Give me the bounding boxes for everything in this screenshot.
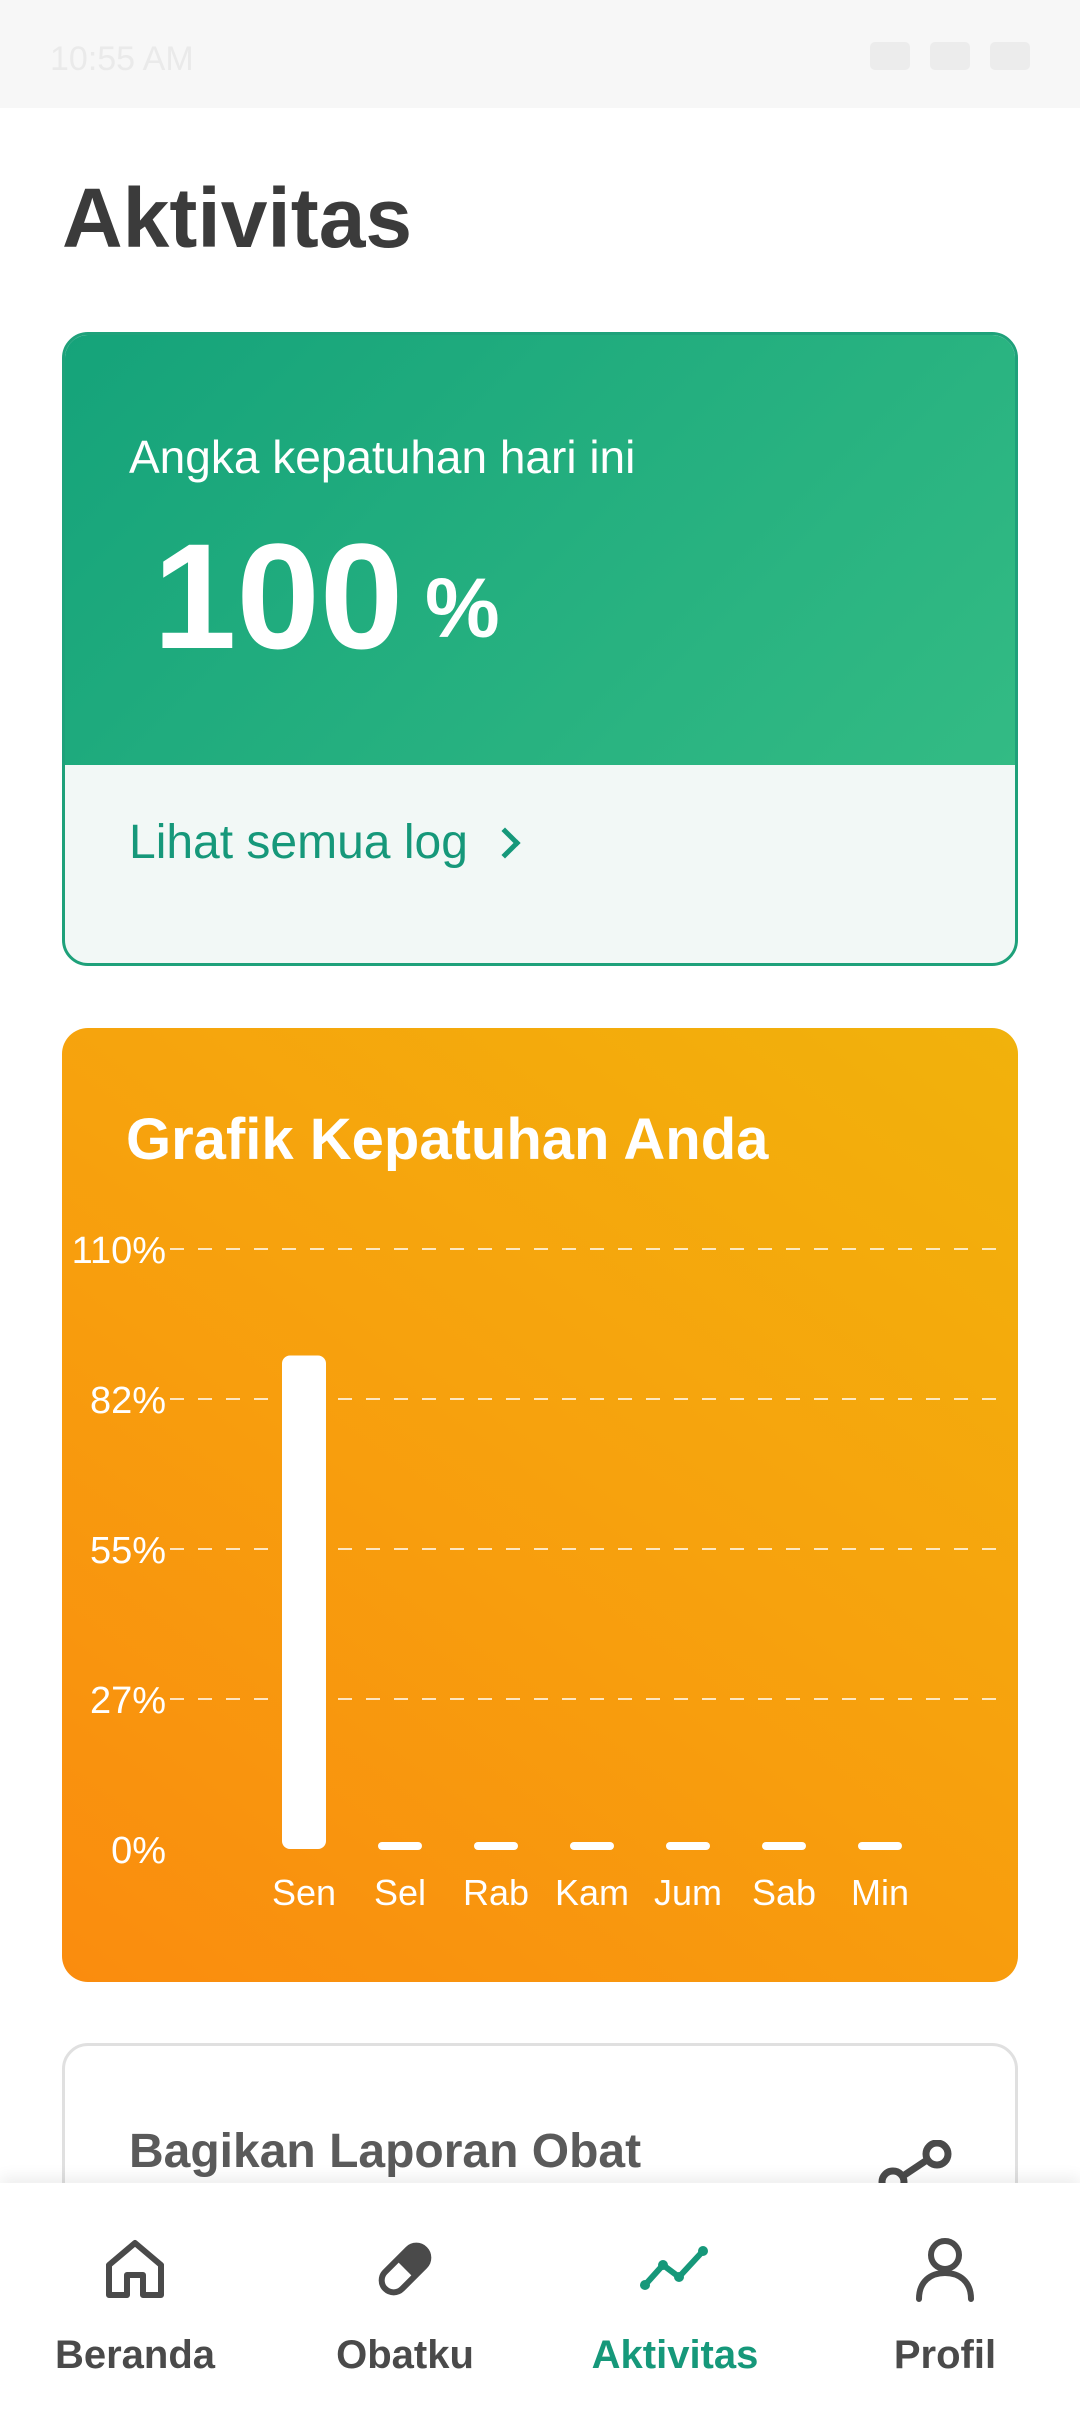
x-tick-label: Jum [654,1872,722,1913]
compliance-summary: Angka kepatuhan hari ini 100 % [65,335,1015,765]
x-tick-label: Sab [752,1872,816,1913]
bottom-navigation: Beranda Obatku Aktivitas Profil [0,2183,1080,2436]
y-tick-label: 110% [72,1230,166,1272]
pill-icon [378,2242,432,2296]
x-tick-label: Rab [463,1872,529,1913]
signal-icon [870,42,910,70]
bar-sab [762,1842,806,1850]
nav-label-beranda: Beranda [54,2333,216,2377]
status-bar: 10:55 AM [0,0,1080,108]
compliance-card: Angka kepatuhan hari ini 100 % Lihat sem… [62,332,1018,966]
view-all-log-link[interactable]: Lihat semua log [129,815,521,870]
page-title: Aktivitas [62,171,413,265]
x-tick-label: Sel [374,1872,426,1913]
x-tick-label: Min [851,1872,909,1913]
nav-item-aktivitas[interactable]: Aktivitas [540,2183,810,2436]
status-icons [870,42,1030,70]
compliance-unit: % [425,561,500,655]
nav-label-profil: Profil [893,2333,997,2377]
compliance-bar-chart: 110% 82% 55% 27% 0% Sen Sel Rab Kam Jum Sab Min [72,1230,1002,1913]
bar-sen [282,1355,326,1849]
nav-label-obatku: Obatku [336,2333,474,2377]
y-tick-label: 27% [90,1680,166,1722]
nav-label-aktivitas: Aktivitas [591,2333,759,2377]
y-tick-label: 55% [90,1530,166,1572]
nav-item-beranda[interactable]: Beranda [0,2183,270,2436]
bar-min [858,1842,902,1850]
chevron-right-icon [489,826,521,859]
activity-chart-icon [640,2246,708,2290]
bar-jum [666,1842,710,1850]
nav-item-obatku[interactable]: Obatku [270,2183,540,2436]
x-tick-label: Sen [272,1872,336,1913]
y-tick-label: 82% [90,1380,166,1422]
battery-icon [990,42,1030,70]
bar-kam [570,1842,614,1850]
user-icon [916,2238,974,2302]
bar-rab [474,1842,518,1850]
compliance-value: 100 [153,512,404,680]
share-report-title: Bagikan Laporan Obat [129,2125,642,2178]
status-time: 10:55 AM [50,40,194,78]
compliance-chart-card: Grafik Kepatuhan Anda 110% 82% 55% 27% 0% Sen… [62,1028,1018,1982]
x-tick-label: Kam [555,1872,629,1913]
view-all-log-label: Lihat semua log [129,816,468,869]
home-icon [106,2240,164,2298]
nav-item-profil[interactable]: Profil [810,2183,1080,2436]
y-tick-label: 0% [111,1830,166,1872]
bar-sel [378,1842,422,1850]
compliance-label: Angka kepatuhan hari ini [129,431,636,483]
wifi-icon [930,42,970,70]
